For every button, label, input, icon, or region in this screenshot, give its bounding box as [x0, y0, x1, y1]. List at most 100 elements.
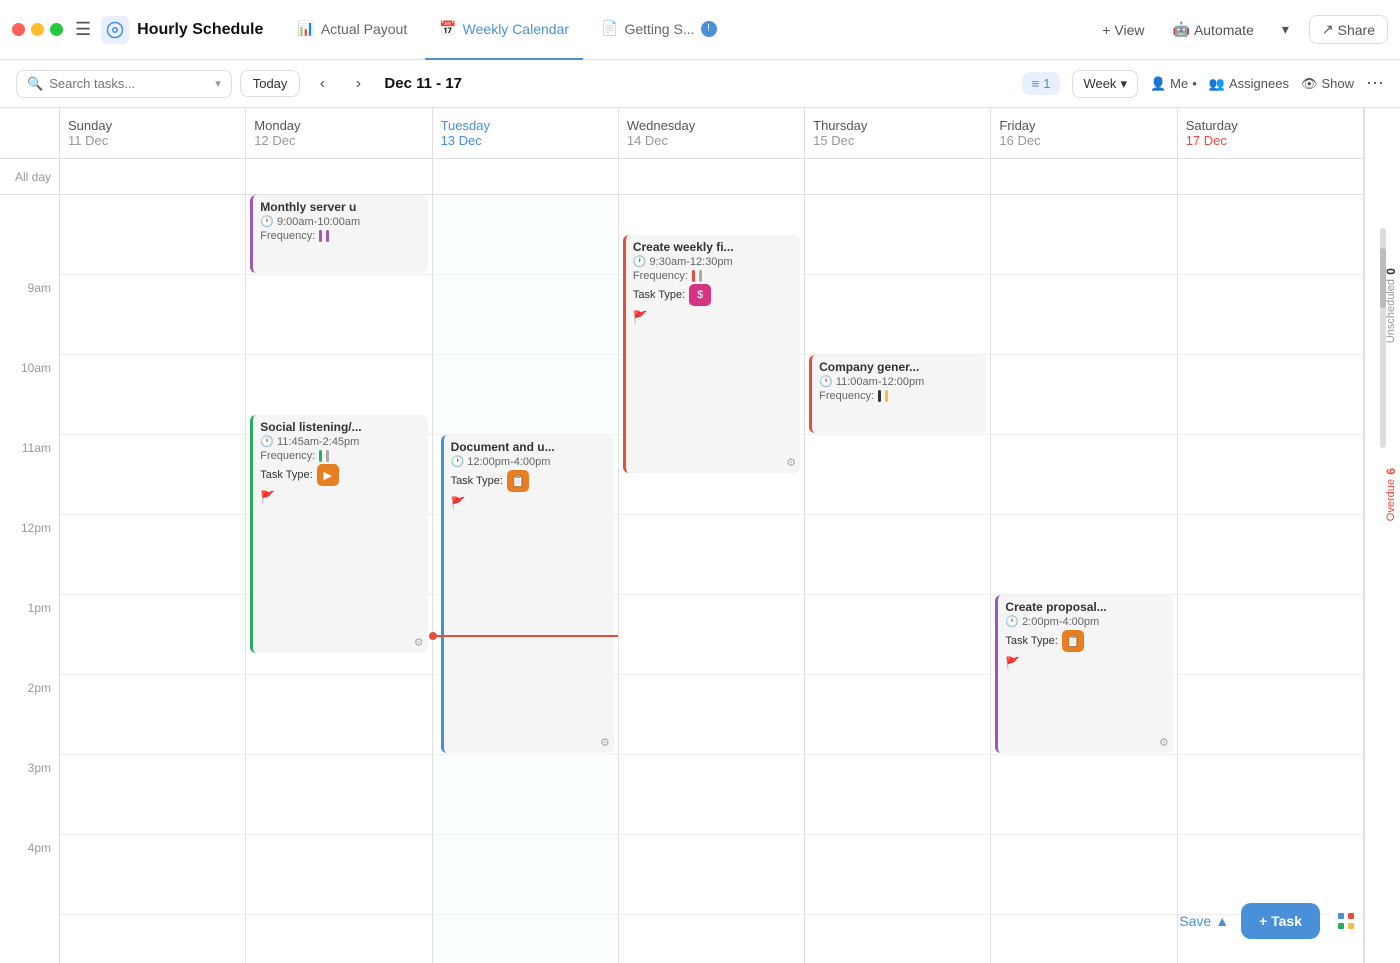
gear-icon[interactable]: ⚙ [600, 736, 610, 749]
gear-icon[interactable]: ⚙ [1159, 736, 1169, 749]
hour-line [60, 275, 245, 355]
day-col-saturday[interactable] [1178, 195, 1364, 963]
date-range: Dec 11 - 17 [384, 75, 462, 92]
event-create-proposal[interactable]: Create proposal... 🕐 2:00pm-4:00pm Task … [995, 595, 1172, 753]
allday-cell-fri[interactable] [991, 159, 1177, 194]
event-time: 🕐 11:45am-2:45pm [260, 435, 420, 448]
day-name-friday: Friday [999, 118, 1168, 133]
task-type-badge: 📋 [1062, 630, 1084, 652]
event-frequency: Frequency: [633, 270, 793, 282]
hour-line [805, 515, 990, 595]
gear-icon[interactable]: ⚙ [414, 636, 424, 649]
titlebar: ☰ Hourly Schedule 📊 Actual Payout 📅 Week… [0, 0, 1400, 60]
menu-icon[interactable]: ☰ [75, 19, 91, 40]
hour-line [805, 755, 990, 835]
event-title: Create weekly fi... [633, 240, 793, 254]
share-button[interactable]: ↗ Share [1309, 15, 1388, 44]
day-col-sunday[interactable] [60, 195, 246, 963]
day-headers: Sunday 11 Dec Monday 12 Dec Tuesday 13 D… [0, 108, 1364, 159]
day-col-thursday[interactable]: Company gener... 🕐 11:00am-12:00pm Frequ… [805, 195, 991, 963]
hour-line [1178, 275, 1363, 355]
me-filter[interactable]: 👤 Me • [1150, 76, 1197, 92]
user-icon: 👤 [1150, 76, 1166, 92]
allday-cell-sun[interactable] [60, 159, 246, 194]
prev-arrow[interactable]: ‹ [308, 70, 336, 98]
gear-icon[interactable]: ⚙ [786, 456, 796, 469]
event-frequency: Frequency: [260, 450, 420, 462]
tab-actual-payout[interactable]: 📊 Actual Payout [283, 0, 421, 60]
add-task-button[interactable]: + Task [1241, 903, 1320, 939]
close-button[interactable] [12, 23, 25, 36]
flag-icon: 🚩 [1005, 656, 1020, 670]
event-task-type: Task Type: 📋 [1005, 630, 1165, 652]
hour-line [433, 355, 618, 435]
search-input[interactable] [49, 76, 209, 91]
automate-icon: 🤖 [1173, 21, 1190, 38]
chevron-down-icon[interactable]: ▾ [1274, 17, 1297, 42]
day-header-sunday: Sunday 11 Dec [60, 108, 246, 158]
hour-line [805, 195, 990, 275]
allday-cell-sat[interactable] [1178, 159, 1364, 194]
event-company-general[interactable]: Company gener... 🕐 11:00am-12:00pm Frequ… [809, 355, 986, 433]
week-select[interactable]: Week ▾ [1072, 70, 1138, 98]
more-options-button[interactable]: ⋯ [1366, 73, 1384, 94]
time-label-4pm: 4pm [0, 835, 59, 915]
hour-line [433, 275, 618, 355]
event-document-update[interactable]: Document and u... 🕐 12:00pm-4:00pm Task … [441, 435, 614, 753]
clock-icon: 🕐 [451, 455, 465, 468]
app-title: Hourly Schedule [137, 21, 263, 39]
allday-cell-tue[interactable] [433, 159, 619, 194]
tab-icon-actual-payout: 📊 [297, 20, 314, 37]
hour-line [60, 355, 245, 435]
day-col-friday[interactable]: Create proposal... 🕐 2:00pm-4:00pm Task … [991, 195, 1177, 963]
next-arrow[interactable]: › [344, 70, 372, 98]
overdue-count: 6 [1384, 468, 1398, 475]
chevron-down-icon[interactable]: ▾ [215, 77, 221, 90]
assignees-filter[interactable]: 👥 Assignees [1209, 76, 1289, 92]
maximize-button[interactable] [50, 23, 63, 36]
event-title: Social listening/... [260, 420, 420, 434]
show-button[interactable]: 👁 Show [1301, 76, 1354, 92]
event-monthly-server[interactable]: Monthly server u 🕐 9:00am-10:00am Freque… [250, 195, 427, 273]
hour-line [991, 355, 1176, 435]
tab-getting-started[interactable]: 📄 Getting S... ! [587, 0, 730, 60]
hour-line [1178, 435, 1363, 515]
day-col-monday[interactable]: Monthly server u 🕐 9:00am-10:00am Freque… [246, 195, 432, 963]
time-grid: 9am 10am 11am 12pm 1pm 2pm 3pm 4pm [0, 195, 1364, 963]
clock-icon: 🕐 [633, 255, 647, 268]
automate-button[interactable]: 🤖 Automate [1165, 17, 1262, 42]
filter-badge[interactable]: ≡ 1 [1022, 72, 1061, 95]
hour-line [619, 835, 804, 915]
allday-cell-thu[interactable] [805, 159, 991, 194]
minimize-button[interactable] [31, 23, 44, 36]
toolbar-right: ≡ 1 Week ▾ 👤 Me • 👥 Assignees 👁 Show ⋯ [1022, 70, 1384, 98]
unscheduled-count: 0 [1384, 268, 1398, 275]
event-create-weekly[interactable]: Create weekly fi... 🕐 9:30am-12:30pm Fre… [623, 235, 800, 473]
hour-line [60, 435, 245, 515]
event-task-type: Task Type: ▶ [260, 464, 420, 486]
grid-icon-button[interactable] [1332, 907, 1360, 935]
hour-line [619, 595, 804, 675]
hour-line [246, 835, 431, 915]
save-button[interactable]: Save ▲ [1179, 913, 1229, 929]
event-time: 🕐 12:00pm-4:00pm [451, 455, 607, 468]
tab-weekly-calendar[interactable]: 📅 Weekly Calendar [425, 0, 583, 60]
event-social-listening[interactable]: Social listening/... 🕐 11:45am-2:45pm Fr… [250, 415, 427, 653]
view-button[interactable]: + View [1094, 18, 1152, 42]
hour-line [805, 835, 990, 915]
day-name-monday: Monday [254, 118, 423, 133]
eye-icon: 👁 [1301, 76, 1318, 92]
allday-cell-mon[interactable] [246, 159, 432, 194]
search-box[interactable]: 🔍 ▾ [16, 70, 232, 98]
tab-badge: ! [701, 21, 717, 37]
allday-cell-wed[interactable] [619, 159, 805, 194]
hour-line [60, 755, 245, 835]
event-task-type: Task Type: 📋 [451, 470, 607, 492]
tab-icon-weekly-calendar: 📅 [439, 20, 456, 37]
hour-line [619, 515, 804, 595]
day-col-tuesday[interactable]: Document and u... 🕐 12:00pm-4:00pm Task … [433, 195, 619, 963]
today-button[interactable]: Today [240, 70, 301, 97]
day-col-wednesday[interactable]: Create weekly fi... 🕐 9:30am-12:30pm Fre… [619, 195, 805, 963]
event-title: Document and u... [451, 440, 607, 454]
unscheduled-section: 0 Unscheduled [1384, 268, 1398, 343]
